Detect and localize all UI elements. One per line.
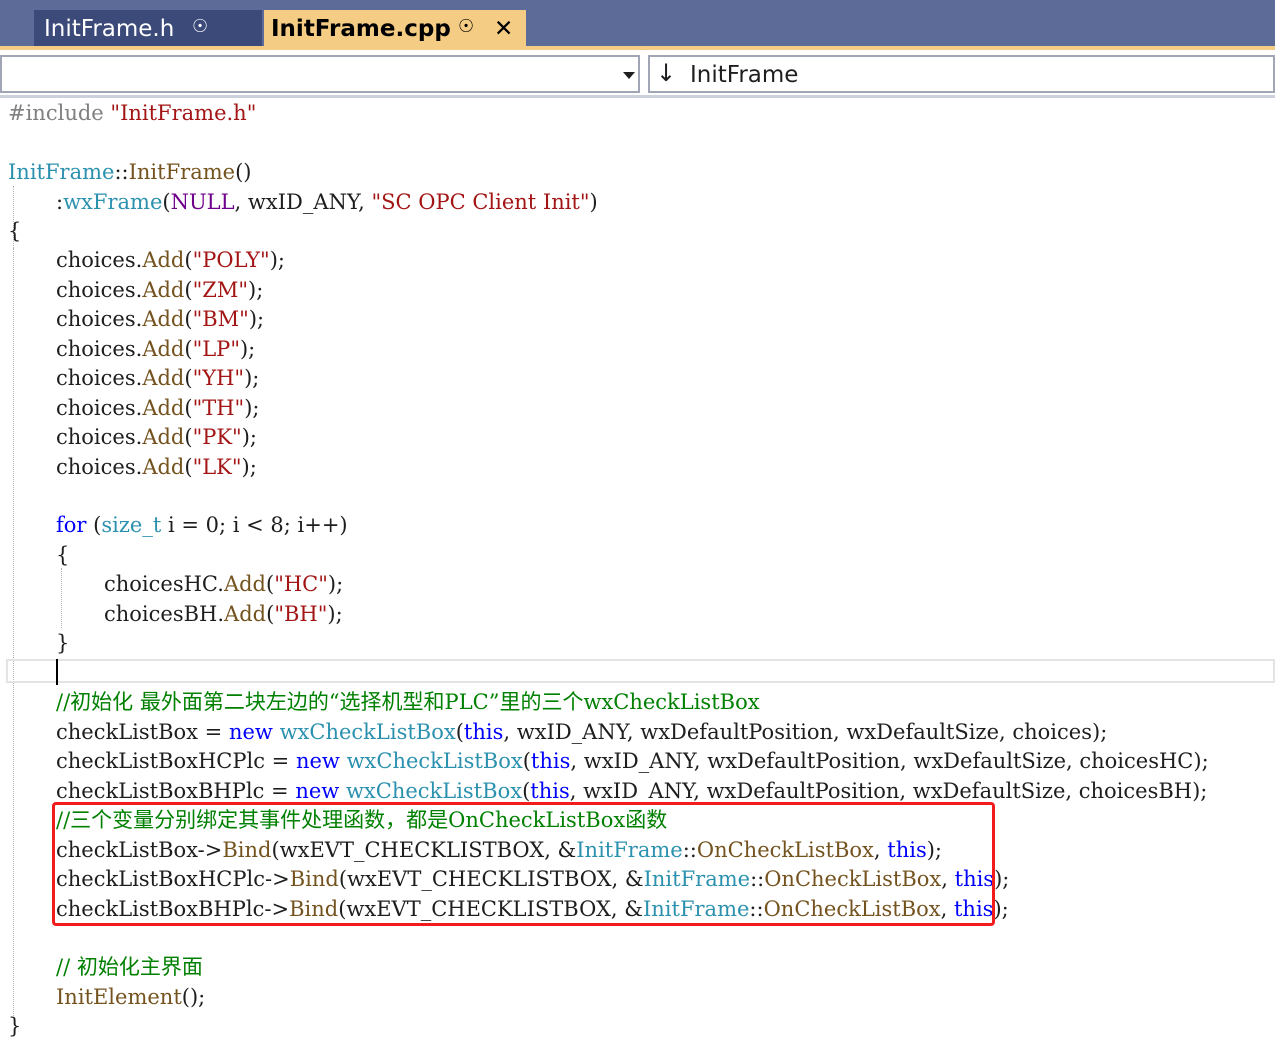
member-name: InitFrame — [690, 62, 799, 88]
code-line: choices.Add("BM"); — [56, 307, 265, 331]
code-line: { — [56, 543, 70, 567]
navigation-bar: ↓ InitFrame — [0, 50, 1275, 98]
code-line: choicesBH.Add("BH"); — [104, 602, 343, 626]
code-line: choices.Add("ZM"); — [56, 278, 264, 302]
red-annotation-box — [52, 802, 995, 926]
code-line: InitElement(); — [56, 985, 206, 1009]
code-line: // 初始化主界面 — [56, 955, 203, 979]
chevron-down-icon[interactable] — [623, 72, 635, 79]
pin-icon[interactable]: ☉ — [192, 16, 208, 37]
scope-dropdown[interactable] — [0, 55, 640, 93]
code-line: } — [56, 631, 70, 655]
code-line: checkListBoxHCPlc = new wxCheckListBox(t… — [56, 749, 1209, 773]
indent-guide — [61, 568, 62, 628]
code-line: :wxFrame(NULL, wxID_ANY, "SC OPC Client … — [56, 190, 598, 214]
code-line: for (size_t i = 0; i < 8; i++) — [56, 513, 348, 537]
code-line: InitFrame::InitFrame() — [8, 160, 252, 184]
code-line: choices.Add("LP"); — [56, 337, 256, 361]
code-line: choices.Add("POLY"); — [56, 248, 285, 272]
indent-guide — [13, 248, 14, 1018]
code-line: choicesHC.Add("HC"); — [104, 572, 344, 596]
member-dropdown[interactable]: ↓ InitFrame — [648, 55, 1275, 93]
tab-label: InitFrame.cpp — [271, 16, 451, 42]
code-line: choices.Add("LK"); — [56, 455, 257, 479]
tab-label: InitFrame.h — [44, 16, 175, 42]
code-line: //初始化 最外面第二块左边的“选择机型和PLC”里的三个wxCheckList… — [56, 690, 760, 714]
tab-initframe-h[interactable]: InitFrame.h ☉ — [34, 10, 262, 50]
code-line: choices.Add("PK"); — [56, 425, 257, 449]
code-line: #include "InitFrame.h" — [8, 101, 257, 125]
code-line: choices.Add("TH"); — [56, 396, 260, 420]
text-caret — [56, 659, 58, 685]
code-line: } — [8, 1014, 22, 1038]
code-line: checkListBox = new wxCheckListBox(this, … — [56, 720, 1108, 744]
pin-icon[interactable]: ☉ — [458, 16, 474, 37]
current-line-highlight — [6, 659, 1275, 683]
down-arrow-icon: ↓ — [656, 59, 677, 87]
tab-bar: InitFrame.h ☉ InitFrame.cpp ☉ ✕ — [0, 0, 1275, 50]
close-icon[interactable]: ✕ — [494, 16, 513, 42]
tab-initframe-cpp[interactable]: InitFrame.cpp ☉ ✕ — [264, 10, 526, 50]
code-line: choices.Add("YH"); — [56, 366, 260, 390]
code-line: { — [8, 219, 22, 243]
code-editor[interactable]: #include "InitFrame.h" InitFrame::InitFr… — [0, 98, 1275, 1041]
